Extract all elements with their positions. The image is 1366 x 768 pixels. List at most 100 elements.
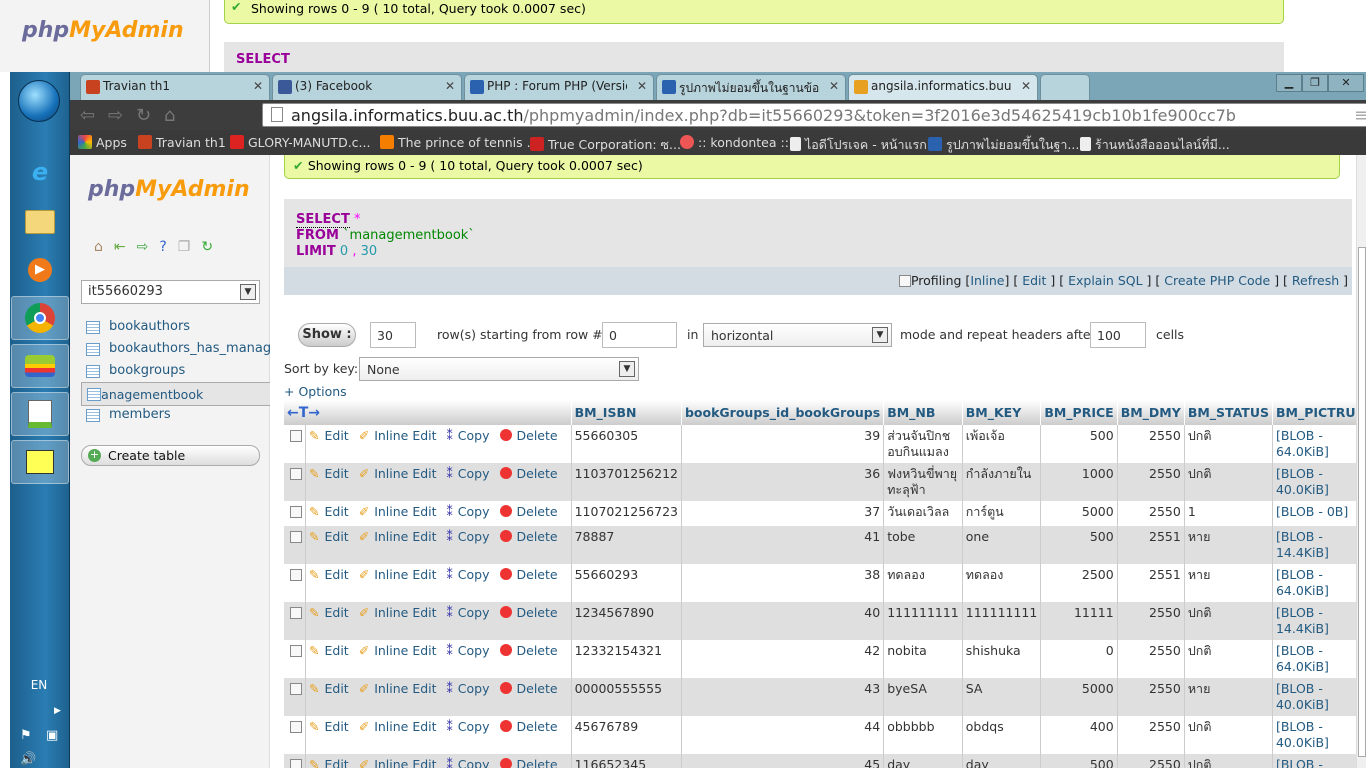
maximize-button[interactable]: ❐ xyxy=(1302,74,1328,92)
bookmark-id-project[interactable]: ไอดีโปรเจค - หน้าแรก xyxy=(790,135,927,155)
edit-link[interactable]: ✎ Edit xyxy=(309,428,354,443)
vertical-scrollbar[interactable] xyxy=(1356,155,1366,768)
row-checkbox[interactable] xyxy=(290,531,302,543)
close-tab-icon[interactable]: ✕ xyxy=(253,79,263,93)
column-header[interactable]: BM_NB xyxy=(883,400,963,425)
row-checkbox[interactable] xyxy=(290,645,302,657)
row-checkbox[interactable] xyxy=(290,721,302,733)
explain-sql-link[interactable]: Explain SQL xyxy=(1068,273,1142,288)
row-checkbox[interactable] xyxy=(290,683,302,695)
cell-picture[interactable]: [BLOB - 64.0KiB] xyxy=(1272,640,1356,678)
start-button[interactable] xyxy=(18,80,60,122)
tab-travian[interactable]: Travian th1 ✕ xyxy=(80,74,270,100)
copy-link[interactable]: ⁑ Copy xyxy=(447,567,495,582)
cell-picture[interactable]: [BLOB - 64.0KiB] xyxy=(1272,425,1356,463)
column-header[interactable]: BM_ISBN xyxy=(571,400,682,425)
row-checkbox[interactable] xyxy=(290,607,302,619)
copy-link[interactable]: ⁑ Copy xyxy=(447,529,495,544)
chrome-menu-icon[interactable]: ≡ xyxy=(1354,105,1366,126)
edit-link[interactable]: ✎ Edit xyxy=(309,757,354,768)
column-expand-arrows[interactable]: ←T→ xyxy=(284,400,572,425)
chrome-taskbar-icon[interactable] xyxy=(11,296,69,340)
delete-link[interactable]: Delete xyxy=(499,681,563,696)
internet-explorer-icon[interactable]: e xyxy=(11,150,69,194)
edit-link[interactable]: ✎ Edit xyxy=(309,643,354,658)
bluestacks-icon[interactable] xyxy=(11,344,69,388)
notepad-plus-plus-icon[interactable] xyxy=(11,392,69,436)
column-header[interactable]: BM_PICTRUE xyxy=(1272,400,1356,425)
edit-link[interactable]: ✎ Edit xyxy=(309,529,354,544)
sidebar-table-members[interactable]: members xyxy=(81,404,271,426)
reload-icon[interactable]: ↻ xyxy=(136,105,151,126)
home-icon[interactable]: ⌂ xyxy=(94,239,103,255)
help-icon[interactable]: ? xyxy=(159,239,166,255)
action-center-flag-icon[interactable]: ⚑ xyxy=(20,728,32,743)
cell-picture[interactable]: [BLOB - 64.0KiB] xyxy=(1272,564,1356,602)
copy-link[interactable]: ⁑ Copy xyxy=(447,466,495,481)
sidebar-table-bookgroups[interactable]: bookgroups xyxy=(81,360,271,382)
copy-link[interactable]: ⁑ Copy xyxy=(447,643,495,658)
options-toggle[interactable]: + Options xyxy=(284,384,347,399)
delete-link[interactable]: Delete xyxy=(499,567,563,582)
delete-link[interactable]: Delete xyxy=(499,719,563,734)
close-tab-icon[interactable]: ✕ xyxy=(829,79,839,93)
reload-navigation-icon[interactable]: ↻ xyxy=(201,239,213,255)
inline-edit-link[interactable]: ✐ Inline Edit xyxy=(359,643,442,658)
edit-link[interactable]: ✎ Edit xyxy=(309,681,354,696)
column-header[interactable]: BM_STATUS xyxy=(1184,400,1273,425)
scrollbar-thumb[interactable] xyxy=(1358,247,1366,757)
copy-link[interactable]: ⁑ Copy xyxy=(447,605,495,620)
forward-icon[interactable]: ⇨ xyxy=(108,105,123,126)
create-php-code-link[interactable]: Create PHP Code xyxy=(1164,273,1270,288)
copy-link[interactable]: ⁑ Copy xyxy=(447,504,495,519)
cell-picture[interactable]: [BLOB - 40.0KiB] xyxy=(1272,716,1356,754)
inline-edit-link[interactable]: ✐ Inline Edit xyxy=(359,466,442,481)
logout-icon[interactable]: ⇤ xyxy=(114,239,126,255)
cell-picture[interactable]: [BLOB - 40.0KiB] xyxy=(1272,754,1356,768)
row-checkbox[interactable] xyxy=(290,506,302,518)
back-icon[interactable]: ⇦ xyxy=(80,105,95,126)
edit-link[interactable]: ✎ Edit xyxy=(309,719,354,734)
inline-edit-link[interactable]: ✐ Inline Edit xyxy=(359,428,442,443)
edit-link[interactable]: ✎ Edit xyxy=(309,466,354,481)
copy-link[interactable]: ⁑ Copy xyxy=(447,681,495,696)
inline-edit-link[interactable]: ✐ Inline Edit xyxy=(359,681,442,696)
cell-picture[interactable]: [BLOB - 40.0KiB] xyxy=(1272,678,1356,716)
start-row-input[interactable]: 0 xyxy=(602,322,677,348)
yellow-app-icon[interactable] xyxy=(11,440,69,484)
sidebar-table-managementbook[interactable]: managementbook xyxy=(81,382,271,406)
repeat-headers-input[interactable]: 100 xyxy=(1090,322,1146,348)
query-window-icon[interactable]: ⇨ xyxy=(137,239,149,255)
profiling-checkbox[interactable] xyxy=(898,275,911,287)
tab-phpmyadmin[interactable]: angsila.informatics.buu.ac ✕ xyxy=(848,74,1038,100)
delete-link[interactable]: Delete xyxy=(499,504,563,519)
edit-link[interactable]: Edit xyxy=(1022,273,1046,288)
cell-picture[interactable]: [BLOB - 14.4KiB] xyxy=(1272,526,1356,564)
new-tab-button[interactable] xyxy=(1040,74,1090,100)
close-tab-icon[interactable]: ✕ xyxy=(1021,79,1031,93)
cell-picture[interactable]: [BLOB - 40.0KiB] xyxy=(1272,463,1356,501)
inline-edit-link[interactable]: ✐ Inline Edit xyxy=(359,529,442,544)
bookmark-glory-manutd[interactable]: GLORY-MANUTD.c... xyxy=(230,135,370,150)
delete-link[interactable]: Delete xyxy=(499,529,563,544)
copy-link[interactable]: ⁑ Copy xyxy=(447,757,495,768)
close-window-button[interactable]: ✕ xyxy=(1328,74,1364,92)
bookmark-prince-of-tennis[interactable]: The prince of tennis ... xyxy=(380,135,539,150)
column-header[interactable]: BM_PRICE xyxy=(1040,400,1118,425)
sql-select-keyword[interactable]: SELECT xyxy=(296,212,350,228)
database-select[interactable]: it55660293 ▼ xyxy=(81,280,260,304)
edit-link[interactable]: ✎ Edit xyxy=(309,605,354,620)
language-indicator[interactable]: EN xyxy=(10,678,68,692)
tab-image-forum[interactable]: รูปภาพไม่ยอมขึ้นในฐานข้อมู ✕ xyxy=(656,74,846,100)
inline-edit-link[interactable]: ✐ Inline Edit xyxy=(359,757,442,768)
column-header[interactable]: BM_DMY xyxy=(1117,400,1185,425)
media-player-icon[interactable]: ▶ xyxy=(11,248,69,292)
copy-link[interactable]: ⁑ Copy xyxy=(447,428,495,443)
inline-link[interactable]: Inline xyxy=(970,273,1004,288)
close-tab-icon[interactable]: ✕ xyxy=(445,79,455,93)
edit-link[interactable]: ✎ Edit xyxy=(309,504,354,519)
column-header[interactable]: BM_KEY xyxy=(962,400,1042,425)
display-mode-select[interactable]: horizontal ▼ xyxy=(703,323,892,347)
inline-edit-link[interactable]: ✐ Inline Edit xyxy=(359,605,442,620)
bookmark-apps[interactable]: Apps xyxy=(78,135,127,150)
